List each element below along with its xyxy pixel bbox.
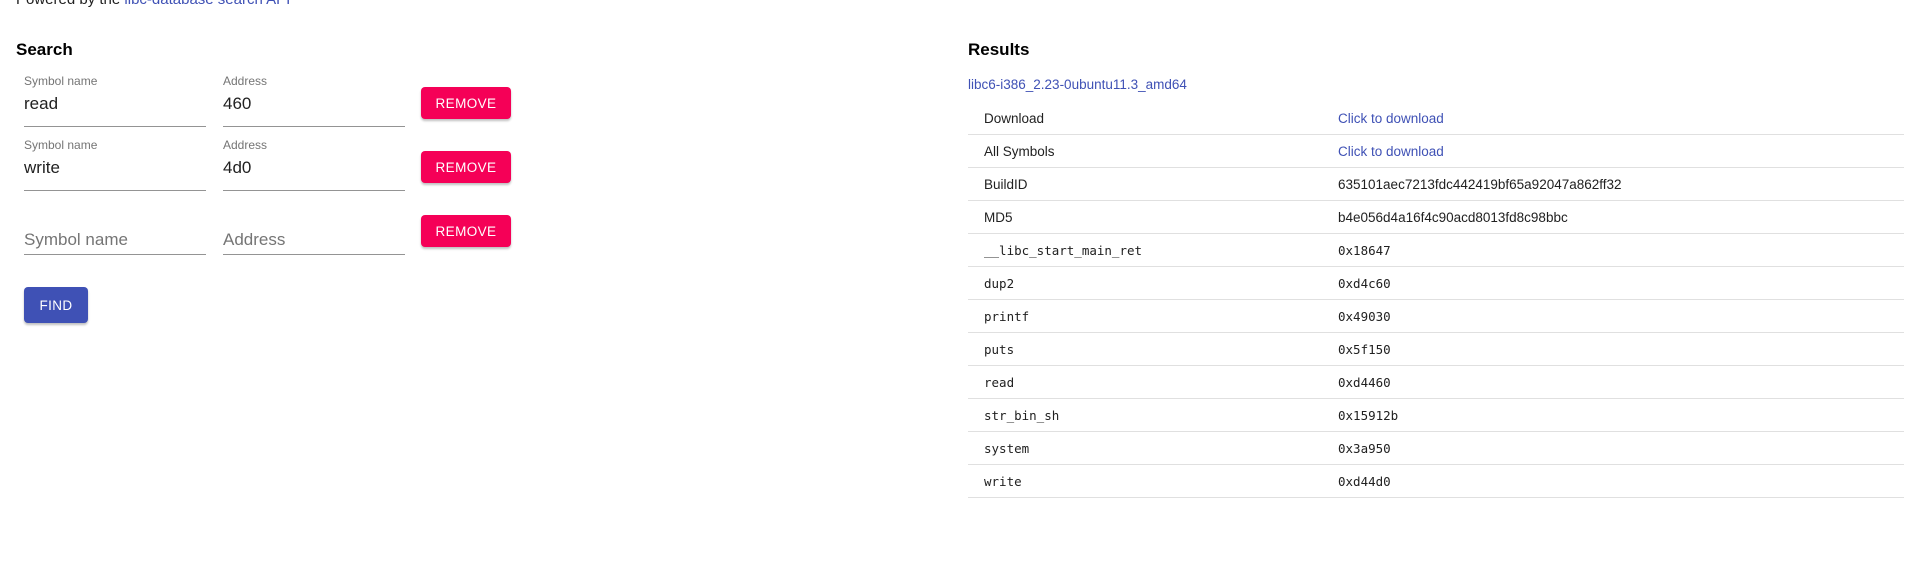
symbol-address: 0x18647 <box>1322 233 1904 267</box>
remove-button[interactable]: REMOVE <box>421 151 511 183</box>
symbol-address: 0xd4c60 <box>1322 266 1904 300</box>
symbol-name-field[interactable]: Symbol name write <box>24 138 206 191</box>
info-value: Click to download <box>1322 102 1904 135</box>
info-key: Download <box>968 102 1322 135</box>
symbol-name: system <box>968 431 1322 465</box>
search-rows: Symbol name read Address 460 REMOVE Symb… <box>16 74 916 266</box>
symbol-name: __libc_start_main_ret <box>968 233 1322 267</box>
address-label: Address <box>223 74 268 88</box>
symbol-address: 0x5f150 <box>1322 332 1904 366</box>
symbol-address: 0x49030 <box>1322 299 1904 333</box>
symbol-name-value: write <box>24 158 60 177</box>
table-row: All Symbols Click to download <box>968 134 1904 168</box>
search-title: Search <box>16 40 73 59</box>
symbol-name: dup2 <box>968 266 1322 300</box>
address-field[interactable]: Address 4d0 <box>223 138 405 191</box>
powered-by-prefix: Powered by the <box>16 0 120 8</box>
address-value: 4d0 <box>223 158 252 177</box>
remove-button[interactable]: REMOVE <box>421 215 511 247</box>
table-row: MD5 b4e056d4a16f4c90acd8013fd8c98bbc <box>968 200 1904 234</box>
table-row: BuildID 635101aec7213fdc442419bf65a92047… <box>968 167 1904 201</box>
search-row: Symbol name write Address 4d0 REMOVE <box>16 138 916 202</box>
symbol-name-placeholder: Symbol name <box>24 230 128 249</box>
api-link[interactable]: libc-database search API <box>124 0 290 8</box>
address-value: 460 <box>223 94 252 113</box>
results-title: Results <box>968 40 1030 59</box>
table-row: puts 0x5f150 <box>968 332 1904 366</box>
address-field[interactable]: Address <box>223 202 405 255</box>
table-row: printf 0x49030 <box>968 299 1904 333</box>
info-key: MD5 <box>968 200 1322 234</box>
search-panel: Search Symbol name read Address 460 REMO… <box>16 38 916 323</box>
symbol-address: 0xd4460 <box>1322 365 1904 399</box>
symbol-address: 0x15912b <box>1322 398 1904 432</box>
table-row: Download Click to download <box>968 102 1904 135</box>
powered-by-text: Powered by the libc-database search API <box>16 0 290 8</box>
symbol-name: read <box>968 365 1322 399</box>
table-row: dup2 0xd4c60 <box>968 266 1904 300</box>
info-value: Click to download <box>1322 134 1904 168</box>
symbol-name-label: Symbol name <box>24 138 98 152</box>
search-row: Symbol name Address REMOVE <box>16 202 916 266</box>
table-row: str_bin_sh 0x15912b <box>968 398 1904 432</box>
address-field[interactable]: Address 460 <box>223 74 405 127</box>
library-link[interactable]: libc6-i386_2.23-0ubuntu11.3_amd64 <box>968 77 1904 92</box>
search-row: Symbol name read Address 460 REMOVE <box>16 74 916 138</box>
address-label: Address <box>223 138 268 152</box>
address-placeholder: Address <box>223 230 286 249</box>
symbol-address: 0xd44d0 <box>1322 464 1904 498</box>
results-panel: Results libc6-i386_2.23-0ubuntu11.3_amd6… <box>968 38 1904 498</box>
symbol-name: str_bin_sh <box>968 398 1322 432</box>
table-row: __libc_start_main_ret 0x18647 <box>968 233 1904 267</box>
find-button[interactable]: FIND <box>24 287 88 323</box>
symbol-name-field[interactable]: Symbol name <box>24 202 206 255</box>
symbol-name: write <box>968 464 1322 498</box>
symbol-name-field[interactable]: Symbol name read <box>24 74 206 127</box>
all-symbols-link[interactable]: Click to download <box>1338 144 1444 159</box>
symbol-name-label: Symbol name <box>24 74 98 88</box>
results-table: Download Click to download All Symbols C… <box>968 102 1904 498</box>
table-row: write 0xd44d0 <box>968 464 1904 498</box>
symbol-address: 0x3a950 <box>1322 431 1904 465</box>
remove-button[interactable]: REMOVE <box>421 87 511 119</box>
table-row: read 0xd4460 <box>968 365 1904 399</box>
table-row: system 0x3a950 <box>968 431 1904 465</box>
info-key: BuildID <box>968 167 1322 201</box>
symbol-name: printf <box>968 299 1322 333</box>
symbol-name-value: read <box>24 94 59 113</box>
info-key: All Symbols <box>968 134 1322 168</box>
symbol-name: puts <box>968 332 1322 366</box>
download-link[interactable]: Click to download <box>1338 111 1444 126</box>
info-value: 635101aec7213fdc442419bf65a92047a862ff32 <box>1322 167 1904 201</box>
info-value: b4e056d4a16f4c90acd8013fd8c98bbc <box>1322 200 1904 234</box>
